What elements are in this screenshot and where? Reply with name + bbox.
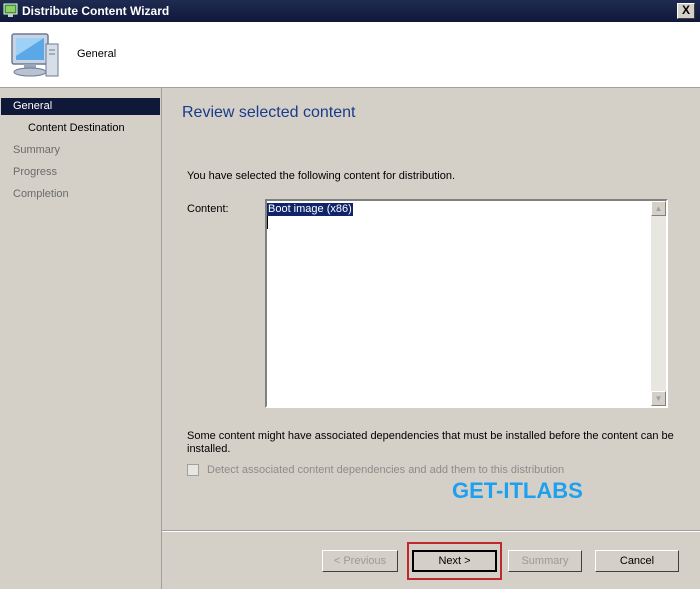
intro-text: You have selected the following content … (187, 170, 456, 182)
page-heading: Review selected content (182, 104, 356, 121)
previous-button[interactable]: < Previous (322, 550, 398, 572)
dependencies-info: Some content might have associated depen… (187, 430, 674, 455)
content-item[interactable]: Boot image (x86) (267, 203, 353, 216)
watermark-logo: GET-ITLABS (452, 478, 583, 503)
text-caret (267, 216, 268, 229)
step-content-destination[interactable]: Content Destination (28, 120, 125, 137)
wizard-page: Review selected content You have selecte… (162, 88, 700, 589)
header-title: General (77, 48, 117, 60)
content-label: Content: (187, 203, 229, 215)
content-list[interactable]: Boot image (x86) (267, 201, 651, 406)
computer-monitor-icon (11, 33, 59, 77)
close-button[interactable]: X (677, 3, 695, 19)
cancel-button[interactable]: Cancel (595, 550, 679, 572)
vertical-scrollbar[interactable]: ▲ ▼ (651, 201, 666, 406)
wizard-app-icon (3, 3, 18, 17)
step-completion[interactable]: Completion (13, 186, 69, 203)
scroll-down-arrow-icon[interactable]: ▼ (651, 391, 666, 406)
wizard-header: General (0, 22, 700, 88)
wizard-window: Distribute Content Wizard X General Gene… (0, 0, 700, 589)
summary-button[interactable]: Summary (508, 550, 582, 572)
checkbox-box[interactable] (187, 464, 199, 476)
content-textbox[interactable]: Boot image (x86) ▲ ▼ (265, 199, 668, 408)
step-general[interactable]: General (1, 98, 160, 115)
step-summary[interactable]: Summary (13, 142, 60, 159)
button-separator (162, 530, 700, 532)
next-button-highlight (407, 542, 502, 580)
detect-dependencies-label: Detect associated content dependencies a… (207, 464, 565, 476)
title-bar[interactable]: Distribute Content Wizard X (0, 0, 700, 22)
window-title: Distribute Content Wizard (22, 4, 170, 18)
wizard-steps-sidebar: General Content Destination Summary Prog… (0, 88, 162, 589)
close-icon: X (681, 3, 690, 17)
scroll-up-arrow-icon[interactable]: ▲ (651, 201, 666, 216)
step-progress[interactable]: Progress (13, 164, 57, 181)
